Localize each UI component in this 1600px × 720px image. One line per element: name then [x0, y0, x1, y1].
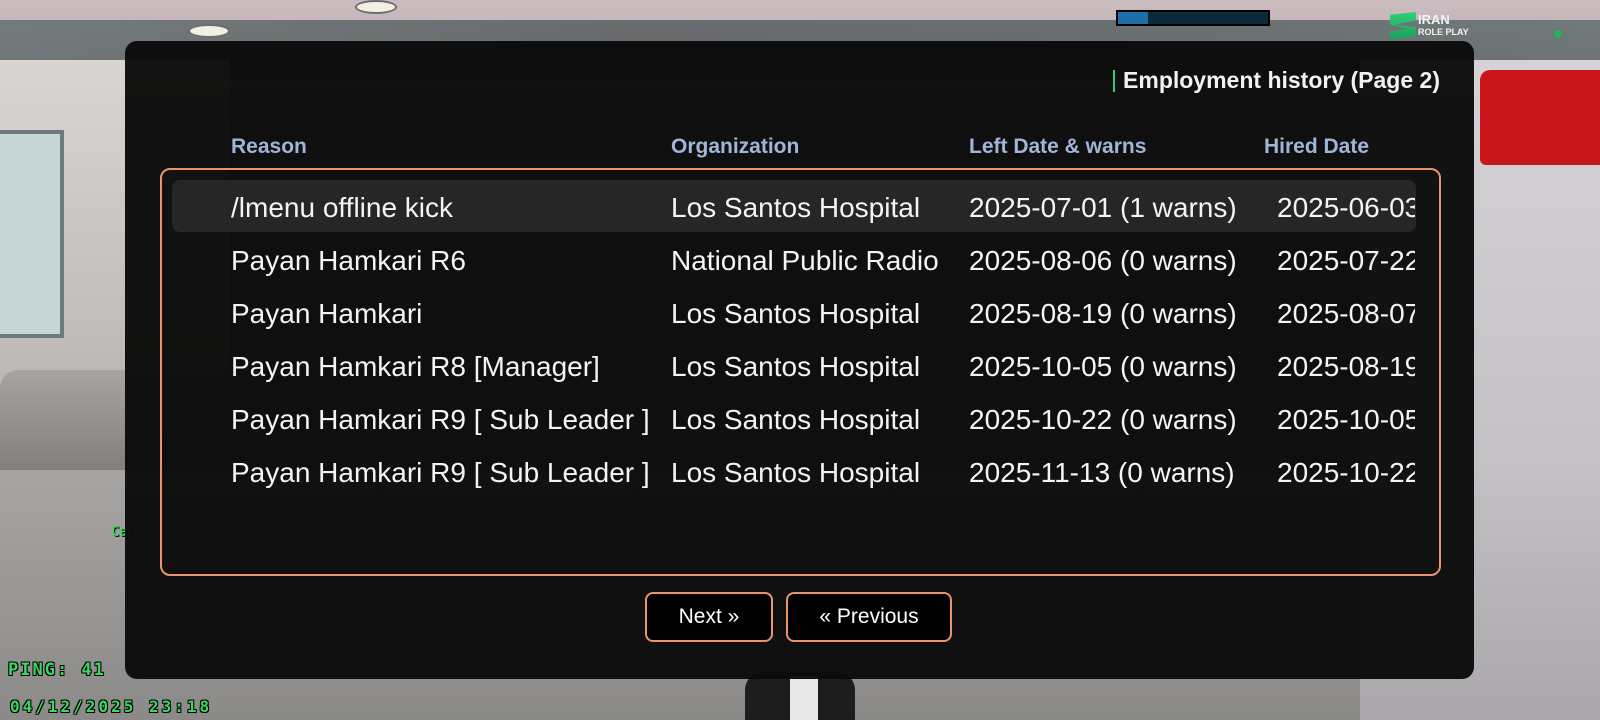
date-time-readout: 04/12/2025 23:18: [10, 697, 213, 716]
column-header-organization: Organization: [671, 135, 800, 158]
cell-reason: Payan Hamkari R9 [ Sub Leader ]: [231, 404, 650, 435]
previous-page-button[interactable]: « Previous: [786, 592, 952, 642]
table-row[interactable]: Payan Hamkari R9 [ Sub Leader ] Los Sant…: [172, 445, 1416, 497]
table-row[interactable]: Payan Hamkari Los Santos Hospital 2025-0…: [172, 286, 1416, 338]
cell-reason: Payan Hamkari R9 [ Sub Leader ]: [231, 457, 650, 488]
logo-line1: IRAN: [1418, 12, 1450, 27]
column-header-left-date: Left Date & warns: [969, 135, 1147, 158]
cell-left-date: 2025-07-01 (1 warns): [969, 192, 1237, 223]
employment-history-dialog: Employment history (Page 2) Reason Organ…: [125, 41, 1474, 679]
column-header-reason: Reason: [231, 135, 307, 158]
logo-icon: [1390, 12, 1416, 40]
cell-organization: Los Santos Hospital: [671, 351, 921, 382]
red-cabinet: [1480, 70, 1600, 165]
health-bar: [1116, 10, 1270, 26]
cell-hired-date: 2025-10-05: [1277, 404, 1415, 435]
cell-reason: Payan Hamkari R8 [Manager]: [231, 351, 600, 382]
logo-text: IRAN ROLE PLAY: [1418, 12, 1469, 38]
ceiling-light: [355, 0, 397, 14]
history-table: /lmenu offline kick Los Santos Hospital …: [160, 168, 1441, 576]
cell-left-date: 2025-08-06 (0 warns): [969, 245, 1237, 276]
cell-hired-date: 2025-06-03: [1277, 192, 1415, 223]
player-character-detail: [790, 676, 818, 720]
cell-hired-date: 2025-08-07: [1277, 298, 1415, 329]
table-row[interactable]: Payan Hamkari R9 [ Sub Leader ] Los Sant…: [172, 392, 1416, 444]
history-rows[interactable]: /lmenu offline kick Los Santos Hospital …: [172, 180, 1416, 560]
ping-readout: PING: 41: [8, 660, 106, 680]
cell-organization: National Public Radio: [671, 245, 939, 276]
cell-left-date: 2025-10-05 (0 warns): [969, 351, 1237, 382]
cell-organization: Los Santos Hospital: [671, 298, 921, 329]
cell-left-date: 2025-10-22 (0 warns): [969, 404, 1237, 435]
cell-reason: Payan Hamkari R6: [231, 245, 466, 276]
cell-hired-date: 2025-07-22: [1277, 245, 1415, 276]
server-logo: IRAN ROLE PLAY: [1390, 12, 1486, 42]
cell-organization: Los Santos Hospital: [671, 192, 921, 223]
table-row[interactable]: Payan Hamkari R8 [Manager] Los Santos Ho…: [172, 339, 1416, 391]
status-dot-icon: [1554, 30, 1562, 38]
health-bar-fill: [1118, 12, 1148, 24]
dialog-title: Employment history (Page 2): [1113, 67, 1440, 94]
title-accent-bar: [1113, 69, 1116, 92]
cell-left-date: 2025-11-13 (0 warns): [969, 457, 1235, 488]
cell-hired-date: 2025-08-19: [1277, 351, 1415, 382]
column-header-hired-date: Hired Date: [1264, 135, 1370, 158]
cell-organization: Los Santos Hospital: [671, 457, 921, 488]
cell-hired-date: 2025-10-22: [1277, 457, 1415, 488]
next-page-button[interactable]: Next »: [645, 592, 773, 642]
dialog-title-text: Employment history (Page 2): [1123, 67, 1440, 93]
logo-line2: ROLE PLAY: [1418, 27, 1469, 37]
cell-reason: /lmenu offline kick: [231, 192, 454, 223]
table-row[interactable]: /lmenu offline kick Los Santos Hospital …: [172, 180, 1416, 232]
cell-organization: Los Santos Hospital: [671, 404, 921, 435]
cell-left-date: 2025-08-19 (0 warns): [969, 298, 1237, 329]
ceiling-light: [188, 24, 230, 38]
window: [0, 130, 64, 338]
cell-reason: Payan Hamkari: [231, 298, 423, 329]
table-row[interactable]: Payan Hamkari R6 National Public Radio 2…: [172, 233, 1416, 285]
